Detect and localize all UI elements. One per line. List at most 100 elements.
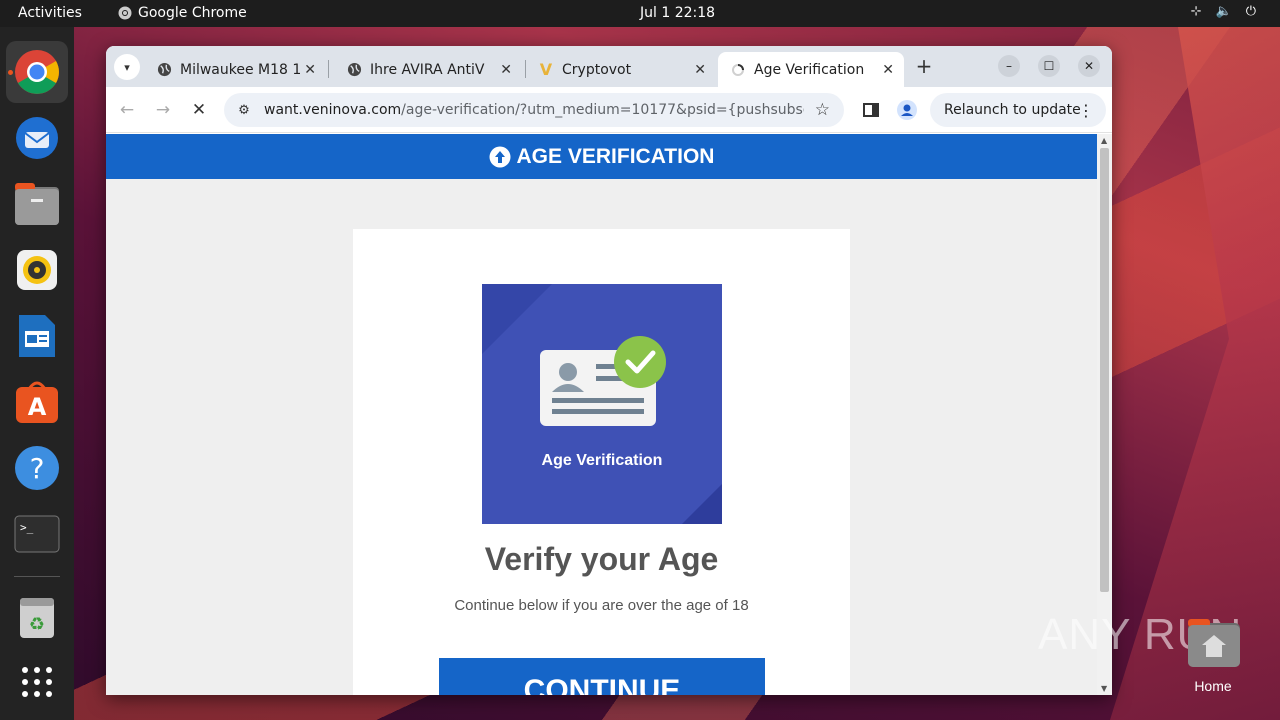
loading-icon (730, 62, 746, 78)
stop-button[interactable]: ✕ (186, 97, 212, 123)
home-icon (1188, 619, 1240, 667)
dock-trash[interactable]: ♻ (6, 587, 68, 649)
site-settings-icon[interactable]: ⚙ (224, 103, 264, 118)
dock: A ? >_ ♻ (0, 27, 74, 720)
v-logo-icon: V (539, 60, 553, 79)
app-menu[interactable]: Google Chrome (118, 5, 247, 21)
globe-icon (156, 62, 172, 78)
thunderbird-icon (16, 117, 58, 159)
bookmark-star-icon[interactable]: ☆ (815, 100, 830, 120)
svg-text:♻: ♻ (29, 614, 45, 635)
dock-thunderbird[interactable] (6, 107, 68, 169)
network-icon: ⊹ (1190, 4, 1202, 19)
close-window-button[interactable]: ✕ (1078, 55, 1100, 77)
power-icon: ⏻ (1245, 4, 1256, 19)
activities-button[interactable]: Activities (18, 5, 82, 21)
avatar-icon (897, 100, 917, 120)
dock-separator (14, 576, 60, 577)
tab-title: Ihre AVIRA AntiV (370, 61, 485, 78)
tab-strip: ▾ Milwaukee M18 1 ✕ Ihre AVIRA AntiV ✕ V… (106, 46, 1112, 87)
writer-icon (19, 315, 55, 357)
scroll-up-icon[interactable]: ▲ (1101, 136, 1107, 145)
scroll-thumb[interactable] (1100, 148, 1109, 592)
chrome-icon (15, 50, 59, 94)
app-grid-icon (22, 667, 52, 697)
volume-icon: 🔈 (1215, 4, 1232, 19)
tab-milwaukee[interactable]: Milwaukee M18 1 ✕ (144, 52, 326, 87)
home-label: Home (1194, 678, 1232, 694)
hero-corner (682, 484, 722, 524)
app-store-icon: A (16, 381, 58, 423)
tab-title: Age Verification (754, 61, 865, 78)
relaunch-label: Relaunch to update (944, 102, 1081, 118)
arrow-left-icon: ← (119, 100, 135, 120)
close-icon[interactable]: ✕ (500, 62, 512, 78)
arrow-up-circle-icon (489, 146, 511, 167)
header-title: AGE VERIFICATION (516, 144, 715, 168)
hero-label: Age Verification (541, 452, 663, 469)
address-bar[interactable]: ⚙ want.veninova.com/age-verification/?ut… (224, 93, 844, 127)
card-subtitle: Continue below if you are over the age o… (454, 597, 749, 614)
verification-card: Age Verification Verify your Age Continu… (353, 229, 850, 695)
clock[interactable]: Jul 1 22:18 (640, 5, 715, 21)
forward-button[interactable]: → (150, 97, 176, 123)
profile-button[interactable] (894, 97, 920, 123)
tab-title: Milwaukee M18 1 (180, 61, 302, 78)
top-bar: Activities Google Chrome Jul 1 22:18 ⊹ 🔈… (0, 0, 1280, 27)
dock-show-apps[interactable] (6, 651, 68, 713)
new-tab-button[interactable]: + (911, 53, 937, 79)
side-panel-button[interactable] (858, 97, 884, 123)
close-icon[interactable]: ✕ (304, 62, 316, 78)
kebab-menu-icon[interactable]: ⋮ (1078, 101, 1094, 120)
url-path: /age-verification/?utm_medium=10177&psid… (401, 102, 804, 118)
dock-help[interactable]: ? (6, 437, 68, 499)
system-tray[interactable]: ⊹ 🔈 ⏻ (1191, 4, 1256, 19)
url-text[interactable]: want.veninova.com/age-verification/?utm_… (264, 102, 804, 118)
url-host: want.veninova.com (264, 102, 402, 118)
plus-icon: + (915, 54, 933, 78)
dock-rhythmbox[interactable] (6, 239, 68, 301)
page-viewport: AGE VERIFICATION Age Verification Verify… (106, 134, 1112, 695)
relaunch-to-update-button[interactable]: Relaunch to update ⋮ (930, 93, 1106, 127)
minimize-button[interactable]: – (998, 55, 1020, 77)
page-header: AGE VERIFICATION (106, 134, 1097, 179)
globe-icon (346, 62, 362, 78)
tab-separator (328, 60, 329, 78)
files-icon (15, 183, 59, 225)
tab-age-verification[interactable]: Age Verification ✕ (718, 52, 904, 87)
minimize-icon: – (1006, 59, 1012, 73)
terminal-icon: >_ (14, 515, 60, 553)
browser-toolbar: ← → ✕ ⚙ want.veninova.com/age-verificati… (106, 87, 1112, 133)
arrow-right-icon: → (155, 100, 171, 120)
tab-search-button[interactable]: ▾ (114, 54, 140, 80)
speaker-icon (17, 250, 57, 290)
home-folder-icon[interactable] (1186, 619, 1242, 669)
card-title: Verify your Age (484, 541, 719, 577)
tab-title: Cryptovot (562, 61, 632, 78)
chevron-down-icon: ▾ (124, 60, 130, 74)
tab-cryptovot[interactable]: V Cryptovot ✕ (526, 52, 716, 87)
running-indicator (8, 70, 13, 75)
dock-app-center[interactable]: A (6, 371, 68, 433)
dock-terminal[interactable]: >_ (6, 503, 68, 565)
dock-chrome[interactable] (6, 41, 68, 103)
tab-avira[interactable]: Ihre AVIRA AntiV ✕ (334, 52, 522, 87)
help-icon: ? (15, 446, 59, 490)
dock-files[interactable] (6, 173, 68, 235)
app-name-label: Google Chrome (138, 5, 247, 21)
close-icon: ✕ (1083, 59, 1095, 73)
maximize-button[interactable]: ☐ (1038, 55, 1060, 77)
svg-text:>_: >_ (20, 521, 34, 534)
svg-text:?: ? (30, 452, 45, 485)
close-icon[interactable]: ✕ (694, 62, 706, 78)
id-card-icon (540, 336, 666, 426)
dock-writer[interactable] (6, 305, 68, 367)
hero-image: Age Verification (482, 284, 722, 524)
back-button[interactable]: ← (114, 97, 140, 123)
maximize-icon: ☐ (1043, 59, 1055, 73)
scroll-down-icon[interactable]: ▼ (1101, 684, 1107, 693)
close-icon: ✕ (191, 100, 207, 120)
svg-text:A: A (28, 393, 47, 421)
close-icon[interactable]: ✕ (882, 62, 894, 78)
continue-button[interactable]: CONTINUE (439, 658, 765, 695)
